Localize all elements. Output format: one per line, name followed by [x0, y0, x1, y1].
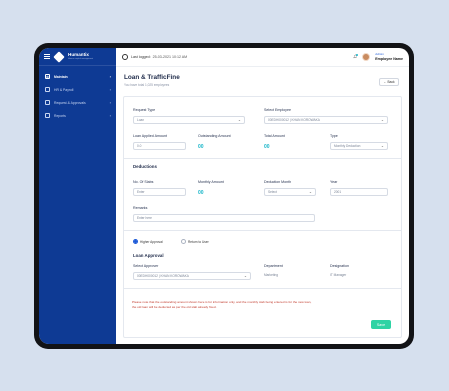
remarks-label: Remarks: [133, 206, 148, 210]
designation-value: IT Manager: [330, 273, 347, 277]
type-label: Type: [330, 134, 338, 138]
request-type-label: Request Type: [133, 108, 156, 112]
request-type-select[interactable]: Loan ⌄: [133, 116, 245, 124]
select-approver-select[interactable]: 00EDH000012 | KHAN KOROWAKA ⌄: [133, 272, 251, 280]
radio-unselected-icon: [181, 239, 186, 244]
chart-icon: [45, 113, 50, 118]
deduction-month-select[interactable]: Select ⌄: [264, 188, 316, 196]
chevron-right-icon: ›: [109, 74, 111, 79]
divider: [124, 288, 401, 289]
department-value: Marketing: [264, 273, 278, 277]
sidebar: Humantix Human capital management ⚙ Main…: [39, 48, 116, 344]
select-employee-label: Select Employee: [264, 108, 291, 112]
sidebar-item-label: HR & Payroll: [54, 87, 74, 92]
radio-selected-icon: [133, 239, 138, 244]
info-note-line-2: the old loan will be deducted as per the…: [132, 304, 217, 309]
logo-icon: [53, 50, 65, 63]
chevron-right-icon: ›: [109, 87, 111, 92]
outstanding-amount-value: 00: [198, 144, 204, 150]
gear-icon: ⚙: [45, 74, 50, 79]
page-title: Loan & TrafficFine: [124, 74, 180, 81]
bell-icon[interactable]: ♫: [353, 54, 358, 60]
sidebar-item-label: Request & Approvals: [54, 100, 86, 105]
sidebar-item-reports[interactable]: Reports ›: [39, 109, 116, 122]
deduction-month-value: Select: [268, 190, 277, 194]
sidebar-item-maintain[interactable]: ⚙ Maintain ›: [39, 70, 116, 83]
back-button[interactable]: ← Back: [379, 78, 399, 86]
logo-bar: Humantix Human capital management: [39, 48, 116, 66]
page-subtitle: You have total 1,025 employees: [124, 83, 170, 87]
people-icon: [45, 87, 50, 92]
deductions-heading: Deductions: [133, 164, 157, 169]
avatar[interactable]: [362, 53, 371, 61]
chevron-down-icon: ⌄: [380, 118, 384, 122]
remarks-placeholder: Enter here: [137, 216, 152, 220]
year-input[interactable]: 2001: [330, 188, 388, 196]
chevron-right-icon: ›: [109, 113, 111, 118]
type-value: Monthly Deduction: [334, 144, 361, 148]
chevron-down-icon: ⌄: [380, 144, 384, 148]
loan-applied-amount-value: 0.0: [137, 144, 142, 148]
monthly-amount-label: Monthly Amount: [198, 180, 224, 184]
sidebar-item-label: Maintain: [54, 74, 68, 79]
total-amount-value: 00: [264, 144, 270, 150]
remarks-input[interactable]: Enter here: [133, 214, 315, 222]
outstanding-amount-label: Outstanding Amount: [198, 134, 231, 138]
year-label: Year: [330, 180, 338, 184]
higher-approval-label: Higher Approval: [140, 239, 163, 244]
divider: [124, 230, 401, 231]
type-select[interactable]: Monthly Deduction ⌄: [330, 142, 388, 150]
monthly-amount-value: 00: [198, 190, 204, 196]
back-label: Back: [387, 80, 395, 84]
chevron-down-icon: ⌄: [237, 118, 241, 122]
divider: [124, 158, 401, 159]
no-of-slabs-placeholder: Enter: [137, 190, 145, 194]
loan-applied-amount-label: Loan Applied Amount: [133, 134, 167, 138]
chevron-right-icon: ›: [109, 100, 111, 105]
sidebar-item-hr-payroll[interactable]: HR & Payroll ›: [39, 83, 116, 96]
info-note: Please note that the outstanding amount …: [132, 300, 387, 310]
total-amount-label: Total Amount: [264, 134, 285, 138]
sidebar-item-request-approvals[interactable]: Request & Approvals ›: [39, 96, 116, 109]
request-type-value: Loan: [137, 118, 145, 122]
return-to-user-radio[interactable]: Return to User: [181, 239, 209, 244]
save-button[interactable]: Save: [371, 320, 391, 329]
chevron-down-icon: ⌄: [308, 190, 312, 194]
arrow-left-icon: ←: [383, 80, 387, 84]
tablet-frame: Humantix Human capital management ⚙ Main…: [34, 43, 414, 349]
user-info[interactable]: Admin Employee Name: [375, 52, 403, 61]
select-approver-value: 00EDH000012 | KHAN KOROWAKA: [137, 274, 189, 278]
last-logged-value: 25-03-2021 10:12 AM: [152, 55, 188, 59]
logo: Humantix Human capital management: [68, 53, 93, 60]
sidebar-nav: ⚙ Maintain › HR & Payroll › Request & Ap…: [39, 66, 116, 122]
return-to-user-label: Return to User: [188, 239, 209, 244]
select-employee-select[interactable]: 00EDH000012 | KHAN KOROWAKA ⌄: [264, 116, 388, 124]
department-label: Department: [264, 264, 283, 268]
top-bar: Last logged: 25-03-2021 10:12 AM ♫ Admin…: [116, 48, 409, 67]
main-content: Loan & TrafficFine You have total 1,025 …: [116, 67, 409, 344]
sidebar-item-label: Reports: [54, 113, 66, 118]
select-approver-label: Select Approver: [133, 264, 159, 268]
clipboard-icon: [45, 100, 50, 105]
designation-label: Designation: [330, 264, 349, 268]
higher-approval-radio[interactable]: Higher Approval: [133, 239, 163, 244]
last-logged-label: Last logged:: [131, 55, 151, 59]
no-of-slabs-input[interactable]: Enter: [133, 188, 186, 196]
year-value: 2001: [334, 190, 342, 194]
deduction-month-label: Deduction Month: [264, 180, 292, 184]
user-name: Employee Name: [375, 56, 403, 61]
loan-approval-heading: Loan Approval: [133, 253, 164, 258]
select-employee-value: 00EDH000012 | KHAN KOROWAKA: [268, 118, 320, 122]
chevron-down-icon: ⌄: [243, 274, 247, 278]
logo-tagline: Human capital management: [68, 57, 94, 60]
clock-icon: [122, 54, 128, 60]
app-screen: Humantix Human capital management ⚙ Main…: [39, 48, 409, 344]
loan-form-card: Request Type Loan ⌄ Select Employee 00ED…: [123, 96, 402, 338]
loan-applied-amount-input[interactable]: 0.0: [133, 142, 186, 150]
no-of-slabs-label: No. Of Slabs: [133, 180, 154, 184]
user-area: ♫ Admin Employee Name: [353, 52, 403, 61]
menu-icon[interactable]: [44, 54, 50, 59]
